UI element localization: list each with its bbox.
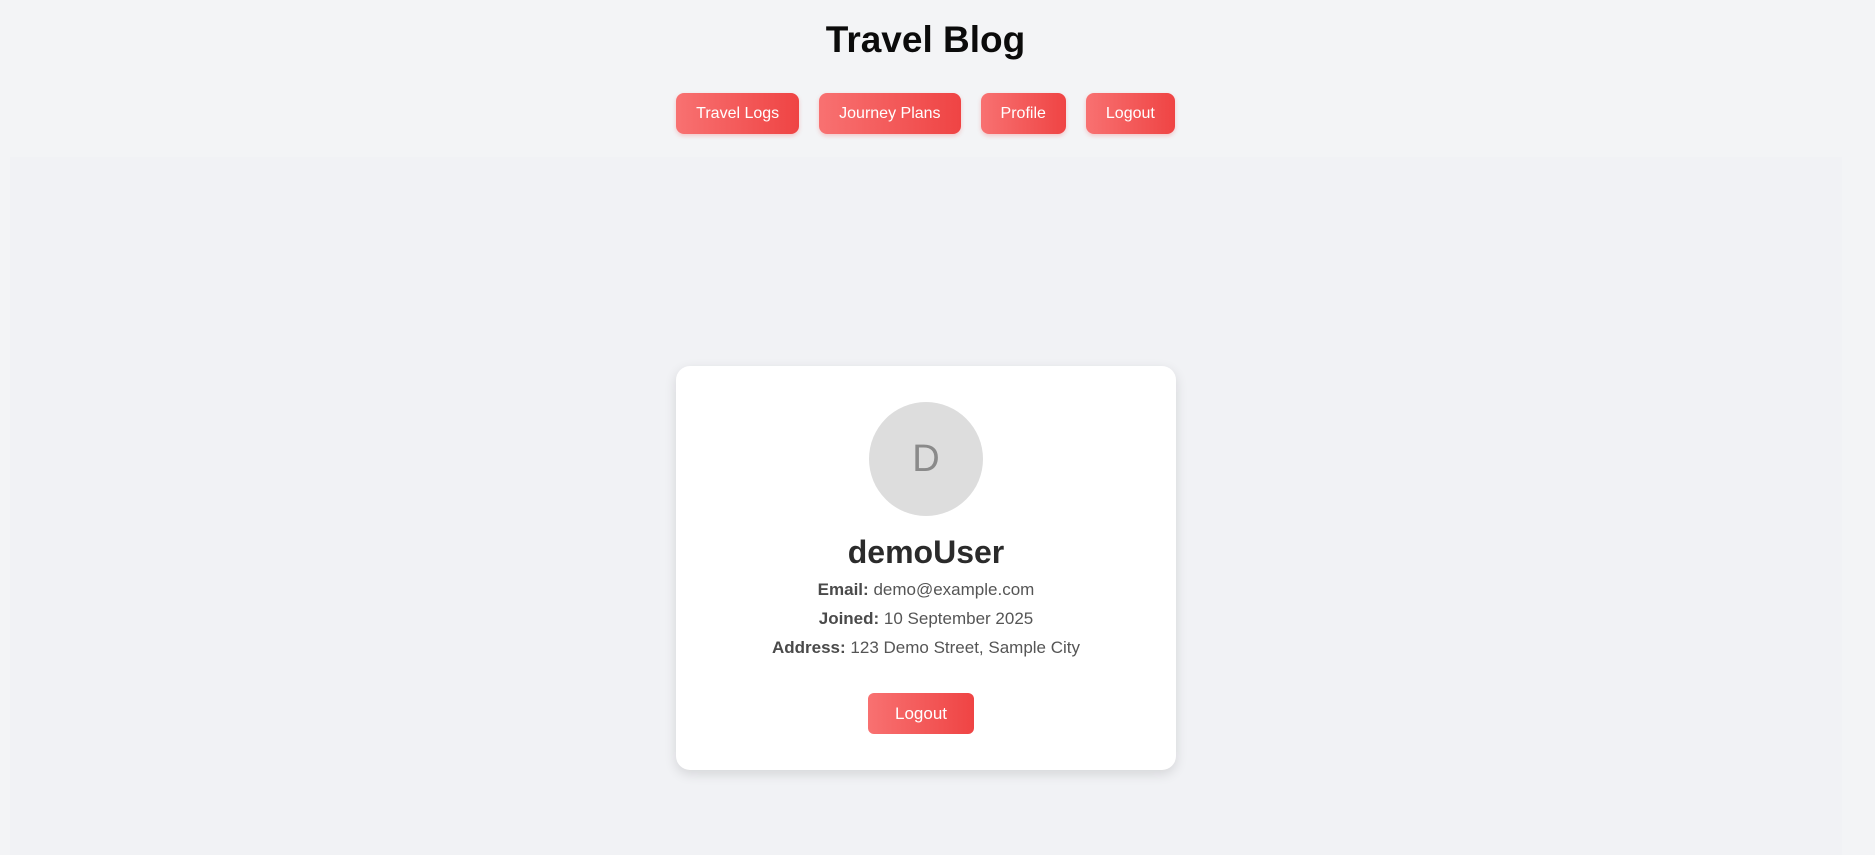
avatar: D — [869, 402, 983, 516]
username: demoUser — [847, 534, 1005, 570]
joined-value: 10 September 2025 — [883, 609, 1034, 628]
main-nav: Travel Logs Journey Plans Profile Logout — [0, 93, 1851, 134]
nav-logout-button[interactable]: Logout — [1085, 93, 1175, 134]
email-label: Email: — [817, 580, 869, 599]
nav-journey-plans-button[interactable]: Journey Plans — [819, 93, 961, 134]
profile-card: D demoUser Email: demo@example.com Joine… — [676, 366, 1176, 770]
nav-travel-logs-button[interactable]: Travel Logs — [676, 93, 800, 134]
address-row: Address: 123 Demo Street, Sample City — [676, 637, 1176, 659]
email-row: Email: demo@example.com — [676, 579, 1176, 601]
joined-row: Joined: 10 September 2025 — [676, 608, 1176, 630]
header: Travel Blog Travel Logs Journey Plans Pr… — [0, 0, 1875, 156]
joined-label: Joined: — [818, 609, 880, 628]
address-label: Address: — [771, 638, 846, 657]
logout-button[interactable]: Logout — [868, 693, 974, 734]
nav-profile-button[interactable]: Profile — [980, 93, 1066, 134]
page-title: Travel Blog — [825, 19, 1026, 60]
main-content: D demoUser Email: demo@example.com Joine… — [10, 157, 1842, 855]
email-value: demo@example.com — [873, 580, 1035, 599]
address-value: 123 Demo Street, Sample City — [850, 638, 1081, 657]
